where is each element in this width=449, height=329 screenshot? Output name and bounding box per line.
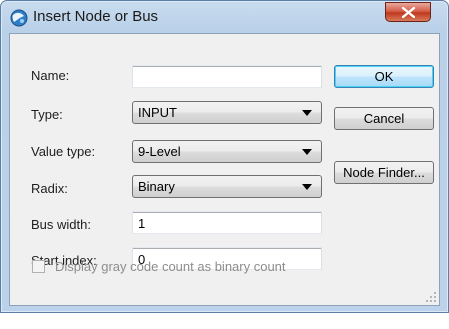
value-type-dropdown[interactable]: 9-Level [132, 140, 322, 163]
radix-dropdown-value: Binary [138, 179, 175, 194]
chevron-down-icon [302, 184, 312, 190]
type-dropdown[interactable]: INPUT [132, 101, 322, 124]
type-dropdown-value: INPUT [138, 105, 177, 120]
bus-width-label: Bus width: [31, 217, 91, 232]
gray-code-label: Display gray code count as binary count [55, 259, 286, 274]
close-button[interactable] [385, 2, 431, 22]
value-type-dropdown-value: 9-Level [138, 144, 181, 159]
window-title: Insert Node or Bus [33, 8, 159, 25]
node-finder-button[interactable]: Node Finder... [334, 161, 434, 184]
radix-dropdown[interactable]: Binary [132, 175, 322, 198]
name-label: Name: [31, 68, 70, 83]
close-icon [402, 7, 415, 18]
title-bar[interactable]: Insert Node or Bus [1, 1, 448, 33]
chevron-down-icon [302, 110, 312, 116]
app-globe-icon [10, 9, 28, 27]
dialog-body: Name: Type: INPUT Value type: 9-Level Ra… [9, 33, 440, 306]
value-type-label: Value type: [31, 144, 96, 159]
bus-width-field[interactable]: 1 [132, 211, 322, 234]
name-field[interactable] [132, 65, 322, 88]
radix-label: Radix: [31, 181, 68, 196]
gray-code-checkbox[interactable] [32, 260, 45, 273]
insert-node-dialog: Insert Node or Bus Name: Type: INPUT Val… [0, 0, 449, 313]
ok-button[interactable]: OK [334, 65, 434, 88]
cancel-button[interactable]: Cancel [334, 107, 434, 130]
chevron-down-icon [302, 149, 312, 155]
type-label: Type: [31, 107, 63, 122]
resize-grip-icon[interactable] [425, 291, 437, 303]
